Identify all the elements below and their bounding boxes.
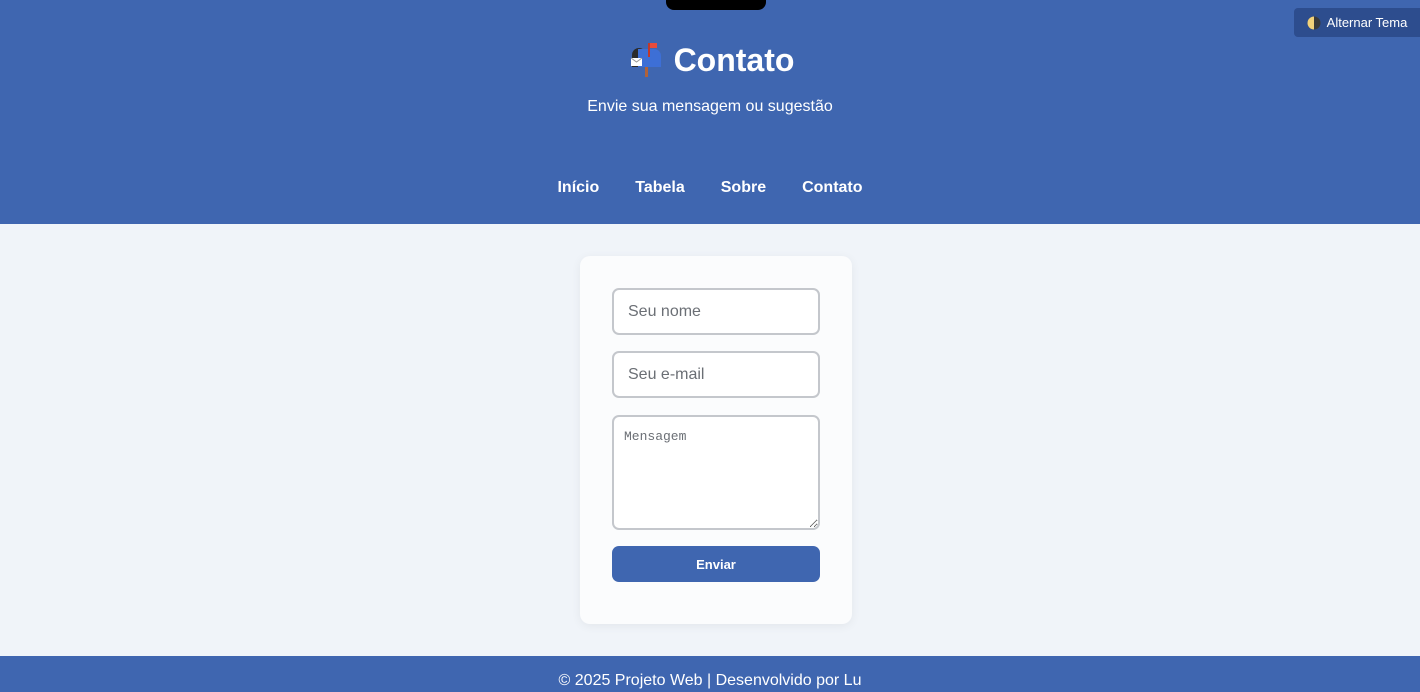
mailbox-icon (630, 43, 661, 77)
email-input[interactable] (612, 351, 820, 398)
name-input[interactable] (612, 288, 820, 335)
nav-item-tabela[interactable]: Tabela (635, 179, 685, 197)
page-footer: © 2025 Projeto Web | Desenvolvido por Lu (0, 656, 1420, 692)
title-row: Contato (0, 38, 1420, 82)
moon-icon (1307, 16, 1321, 29)
submit-button[interactable]: Enviar (612, 546, 820, 582)
main-nav: Início Tabela Sobre Contato (0, 179, 1420, 197)
page-title: Contato (673, 41, 795, 78)
page-header: Contato Envie sua mensagem ou sugestão I… (0, 0, 1420, 224)
theme-toggle-button[interactable]: Alternar Tema (1294, 8, 1420, 37)
camera-notch (666, 0, 766, 10)
nav-item-sobre[interactable]: Sobre (721, 179, 766, 197)
theme-toggle-label: Alternar Tema (1326, 15, 1408, 30)
message-textarea[interactable] (612, 415, 820, 530)
contact-card: Enviar (580, 256, 852, 624)
nav-item-contato[interactable]: Contato (802, 179, 862, 197)
page-subtitle: Envie sua mensagem ou sugestão (587, 98, 833, 115)
nav-item-inicio[interactable]: Início (557, 179, 599, 197)
